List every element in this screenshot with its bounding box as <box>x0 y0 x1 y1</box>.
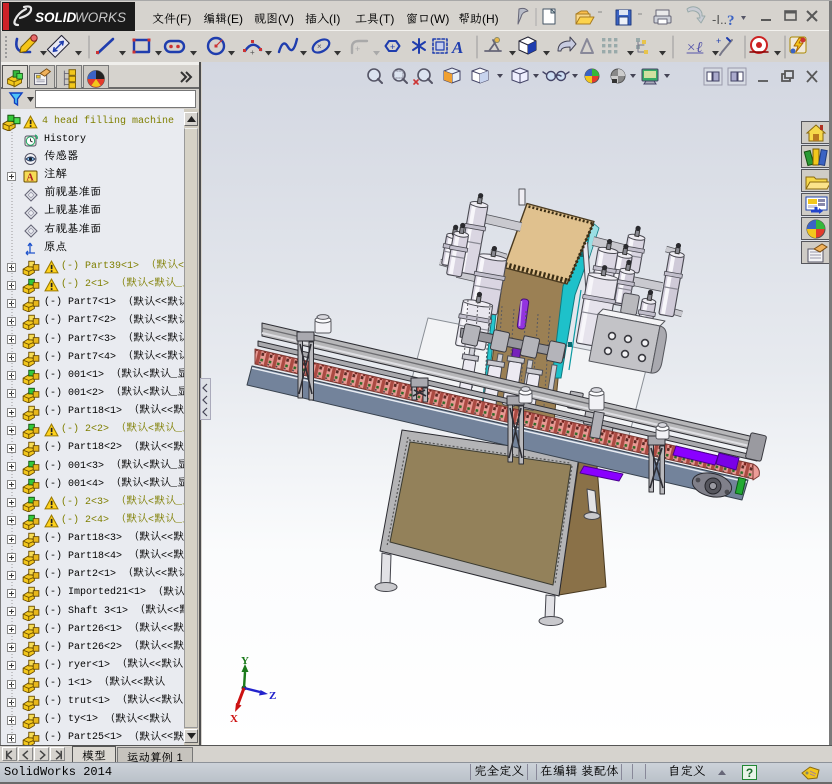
svg-text:×ℓ: ×ℓ <box>686 40 702 56</box>
svg-text:+: + <box>355 44 360 54</box>
svg-text:-I..: -I.. <box>712 12 727 27</box>
svg-text:X: X <box>230 713 238 725</box>
svg-text:Z: Z <box>269 690 276 702</box>
svg-text:+: + <box>390 42 395 52</box>
svg-text:×: × <box>317 42 322 51</box>
svg-text:A: A <box>451 38 463 57</box>
svg-text:SOLID: SOLID <box>35 10 77 25</box>
svg-text:?: ? <box>727 13 735 28</box>
svg-text:+: + <box>250 48 255 57</box>
svg-text:+: + <box>716 36 721 46</box>
svg-text:Y: Y <box>241 655 249 667</box>
svg-text:WORKS: WORKS <box>75 10 126 25</box>
